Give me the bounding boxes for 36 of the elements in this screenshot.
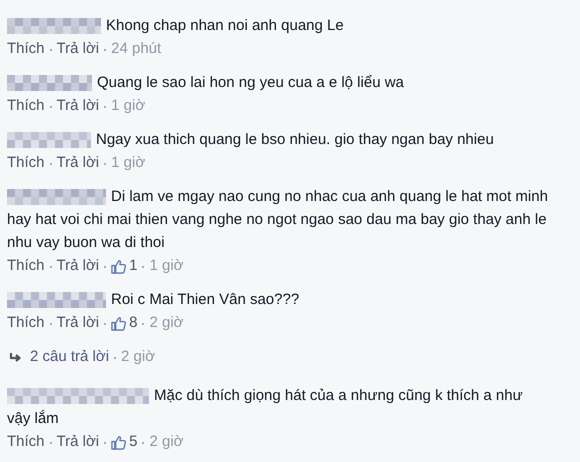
- reply-link[interactable]: Trả lời: [56, 38, 100, 61]
- comment-text-line: Roi c Mai Thien Vân sao???: [111, 290, 300, 310]
- comment-text-line: Khong chap nhan noi anh quang Le: [106, 16, 344, 36]
- reply-link[interactable]: Trả lời: [56, 95, 100, 118]
- reply-link[interactable]: Trả lời: [56, 152, 100, 175]
- comment-text-line: Mặc dù thích giọng hát của a nhưng cũng k thích a như: [154, 386, 523, 406]
- replies-time: 2 giờ: [121, 347, 156, 368]
- comment-time: 2 giờ: [149, 313, 184, 334]
- comment-text-line: hay hat voi chi mai thien vang nghe no ngot ngao sao dau ma bay gio thay anh le: [7, 210, 547, 230]
- like-link[interactable]: Thích: [7, 431, 45, 454]
- comment-time: 24 phút: [111, 39, 162, 60]
- comment-time: 1 giờ: [111, 96, 146, 116]
- reply-link[interactable]: Trả lời: [56, 431, 100, 454]
- comment-text-line: Ngay xua thich quang le bso nhieu. gio thay ngan bay nhieu: [96, 130, 494, 150]
- thumbs-up-icon: [111, 259, 126, 274]
- reply-link[interactable]: Trả lời: [56, 312, 100, 335]
- like-count: 8: [129, 313, 138, 334]
- like-link[interactable]: Thích: [7, 152, 45, 175]
- like-link[interactable]: Thích: [7, 38, 45, 61]
- comment-time: 2 giờ: [149, 432, 184, 452]
- like-link[interactable]: Thích: [7, 95, 45, 118]
- comment-text-line: nhu vay buon wa di thoi: [7, 233, 165, 253]
- reply-arrow-icon: [9, 352, 22, 364]
- like-link[interactable]: Thích: [7, 255, 45, 278]
- like-count: 1: [129, 256, 138, 276]
- comment-time: 1 giờ: [111, 153, 146, 174]
- like-count: 5: [129, 432, 138, 452]
- reply-link[interactable]: Trả lời: [56, 255, 100, 278]
- like-link[interactable]: Thích: [7, 312, 45, 335]
- comment-text-line: vậy lắm: [7, 409, 59, 429]
- view-replies-link[interactable]: 2 câu trả lời: [30, 346, 110, 369]
- comment-text-line: Quang le sao lai hon ng yeu cua a e lộ liểu wa: [97, 73, 404, 93]
- thumbs-up-icon: [111, 316, 126, 331]
- thumbs-up-icon: [111, 435, 126, 450]
- comment-time: 1 giờ: [149, 256, 184, 276]
- comment-text-line: Di lam ve mgay nao cung no nhac cua anh quang le hat mot minh: [111, 187, 548, 207]
